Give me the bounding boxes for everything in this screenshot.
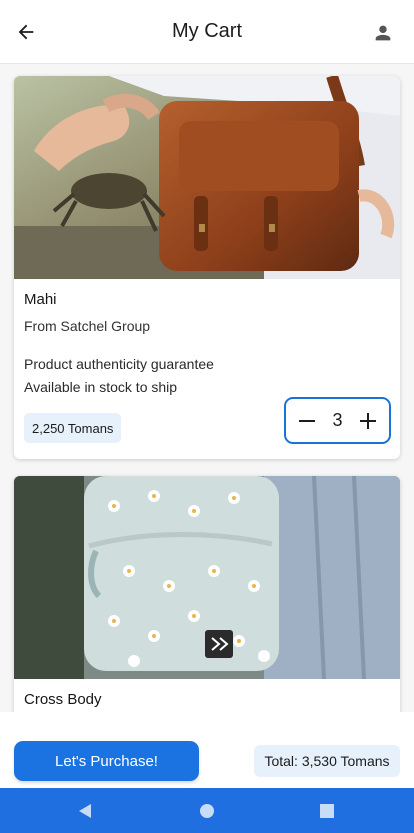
product-feature: Product authenticity guarantee — [24, 356, 214, 372]
circle-home-icon — [200, 804, 214, 818]
cart-item-card: Mahi From Satchel Group Product authenti… — [14, 76, 400, 459]
system-recents-button[interactable] — [318, 802, 336, 820]
minus-icon — [299, 419, 315, 422]
cart-item-card: Cross Body — [14, 476, 400, 712]
quantity-value: 3 — [332, 410, 343, 430]
page-title: My Cart — [172, 20, 242, 42]
product-name: Cross Body — [24, 691, 102, 708]
price-badge: 2,250 Tomans — [24, 413, 122, 443]
purchase-button[interactable]: Let's Purchase! — [14, 741, 199, 781]
plus-icon — [359, 412, 376, 429]
total-badge: Total: 3,530 Tomans — [254, 745, 400, 777]
system-navigation-bar — [0, 788, 414, 833]
cart-list[interactable]: Mahi From Satchel Group Product authenti… — [0, 64, 414, 712]
app-bar: My Cart — [0, 0, 414, 64]
product-name: Mahi — [24, 291, 57, 308]
checkout-bar: Let's Purchase! Total: 3,530 Tomans — [0, 712, 414, 788]
profile-button[interactable] — [370, 20, 396, 46]
system-home-button[interactable] — [198, 802, 216, 820]
decrease-quantity-button[interactable] — [296, 410, 318, 432]
square-recents-icon — [320, 804, 334, 818]
product-seller: From Satchel Group — [24, 318, 151, 334]
product-feature: Available in stock to ship — [24, 379, 178, 395]
triangle-back-icon — [79, 804, 91, 818]
product-image — [14, 476, 400, 679]
quantity-stepper: 3 — [284, 397, 391, 444]
person-icon — [375, 25, 391, 41]
product-image — [14, 76, 400, 279]
increase-quantity-button[interactable] — [357, 410, 379, 432]
system-back-button[interactable] — [76, 802, 94, 820]
